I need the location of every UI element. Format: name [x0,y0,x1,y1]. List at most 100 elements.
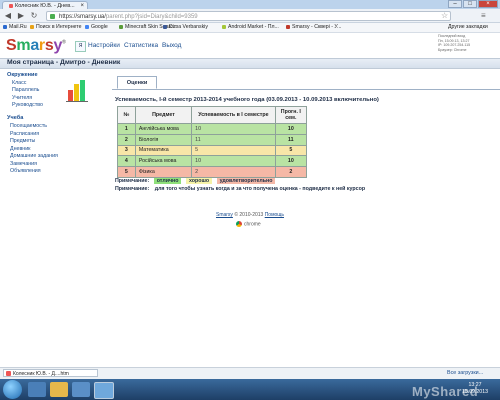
ie-taskbar-icon[interactable] [28,382,46,397]
footer-help-link[interactable]: Помощь [265,212,284,218]
chrome-taskbar-icon[interactable] [94,382,114,399]
maximize-button[interactable]: □ [463,0,477,8]
system-clock[interactable]: 13:27 15.09.2013 [462,382,488,395]
sidebar-item-announcements[interactable]: Объявления [10,168,41,174]
cell-forecast: 5 [274,144,308,157]
last-login-info: Последний вход Пн, 15.09.13, 13:27 IP: 1… [438,34,471,52]
footer-copyright: © 2010-2013 [234,212,264,218]
legend-excellent: отлично [153,178,182,184]
cell-grades[interactable]: 2 [191,166,276,178]
cell-subject: Англійська мова [134,123,193,135]
table-header-row: № Предмет Успеваемость в I семестре Прог… [117,106,308,124]
bookmark-favicon-icon [85,24,89,29]
table-row: 5 Фізика 2 2 [117,166,308,178]
cell-grades[interactable]: 10 [191,123,276,135]
table-row: 3 Математика 5 5 [117,144,308,157]
download-item[interactable]: Колесник Ю.В. - Д....htm [3,369,98,377]
chrome-logo-icon [236,221,242,227]
bookmark-favicon-icon [163,24,167,29]
sidebar-item-diary[interactable]: Дневник [10,146,30,152]
col-subject: Предмет [134,106,193,124]
bar-chart-icon [66,80,88,102]
sidebar-item-subjects[interactable]: Предметы [10,138,35,144]
other-bookmarks[interactable]: Другие закладки [448,23,488,32]
forward-arrow-icon[interactable]: ▶ [16,11,26,21]
legend-note: Примечание: отлично хорошо удовлетворите… [115,178,276,184]
tab-grades[interactable]: Оценки [117,76,157,89]
col-num: № [117,106,136,124]
sidebar-item-parallel[interactable]: Параллель [12,87,39,93]
sidebar-item-management[interactable]: Руководство [12,102,43,108]
start-button[interactable] [3,380,22,399]
cell-grades[interactable]: 11 [191,133,276,146]
grades-table: № Предмет Успеваемость в I семестре Прог… [117,106,308,178]
bookmarks-bar: Mail.Ru Поиск в Интернете Google Minecraft … [0,23,500,33]
wrench-menu-icon[interactable]: ≡ [481,11,486,21]
url-base: https://smarsy.ua/ [59,14,106,20]
cell-forecast: 2 [274,166,308,178]
reload-icon[interactable]: ↻ [29,11,39,21]
grades-table-body: 1 Англійська мова 10 10 2 Біологія 11 11 3 Матема… [117,123,308,178]
url-path: parent.php?jsid=Diary&child=9359 [105,14,198,20]
chrome-badge: chrome [236,221,261,227]
show-all-downloads-link[interactable]: Все загрузки... [447,369,483,377]
col-forecast: Прогн. I сем. [274,106,308,124]
sidebar-item-teachers[interactable]: Учителя [12,95,32,101]
tab-strip [112,89,500,90]
legend-satisfactory: удовлетворительно [216,178,276,184]
cell-subject: Фізика [134,166,193,178]
tab-close-icon[interactable]: × [80,2,84,9]
page-title: Моя страница - Дмитро - Дневник [7,59,121,66]
sidebar-item-homework[interactable]: Домашние задания [10,153,58,159]
table-row: 1 Англійська мова 10 10 [117,123,308,135]
cell-grades[interactable]: 5 [191,144,276,157]
bookmark-item[interactable]: Dima Verbanskiy [163,23,208,32]
cell-forecast: 10 [274,155,308,168]
close-window-button[interactable]: × [478,0,498,8]
hint-note: Примечание: для того чтобы узнать когда … [115,186,366,192]
cell-forecast: 10 [274,123,308,135]
cell-subject: Математика [134,144,193,157]
legend-good: хорошо [185,178,213,184]
cell-num: 1 [117,123,136,135]
bookmark-star-icon[interactable]: ☆ [441,11,448,21]
nav-statistics[interactable]: Статистика [124,42,158,49]
media-taskbar-icon[interactable] [72,382,90,397]
cell-grades[interactable]: 10 [191,155,276,168]
window-controls: – □ × [448,0,498,9]
bookmark-favicon-icon [3,24,7,29]
address-bar[interactable]: https://smarsy.ua/parent.php?jsid=Diary&… [46,11,451,21]
explorer-taskbar-icon[interactable] [50,382,68,397]
cell-num: 4 [117,155,136,168]
smarsy-logo[interactable]: Smarsy® [6,37,66,55]
bookmark-item[interactable]: Поиск в Интернете [30,23,81,32]
bookmark-item[interactable]: Smarsy - Сквері - У... [286,23,341,32]
browser-tab[interactable]: Колесник Ю.В. - Днев... × [2,1,88,9]
nav-settings[interactable]: Настройки [88,42,120,49]
cell-num: 2 [117,133,136,146]
sidebar-item-schedule[interactable]: Расписания [10,131,39,137]
sidebar-section-environment: Окружение [7,72,38,78]
bookmark-item[interactable]: Android Market - Пл... [222,23,279,32]
sidebar-item-attendance[interactable]: Посещаемость [10,123,47,129]
minimize-button[interactable]: – [448,0,462,8]
bookmark-favicon-icon [286,24,290,29]
lock-icon [50,14,55,19]
footer-smarsy-link[interactable]: Smarsy [216,212,233,218]
bookmark-item[interactable]: Google [85,23,108,32]
user-profile-button[interactable]: Я [75,41,86,52]
sidebar-section-study: Учеба [7,115,24,121]
back-arrow-icon[interactable]: ◀ [3,11,13,21]
table-row: 2 Біологія 11 11 [117,133,308,146]
col-grades: Успеваемость в I семестре [191,106,276,124]
sidebar-item-remarks[interactable]: Замечания [10,161,37,167]
cell-forecast: 11 [274,133,308,146]
cell-subject: Біологія [134,133,193,146]
sidebar-item-class[interactable]: Класс [12,80,26,86]
bookmark-favicon-icon [119,24,123,29]
nav-logout[interactable]: Выход [162,42,181,49]
footer: Smarsy © 2010-2013 Помощь [0,212,500,218]
bookmark-item[interactable]: Mail.Ru [3,23,27,32]
bookmark-favicon-icon [222,24,226,29]
favicon-icon [9,3,13,8]
